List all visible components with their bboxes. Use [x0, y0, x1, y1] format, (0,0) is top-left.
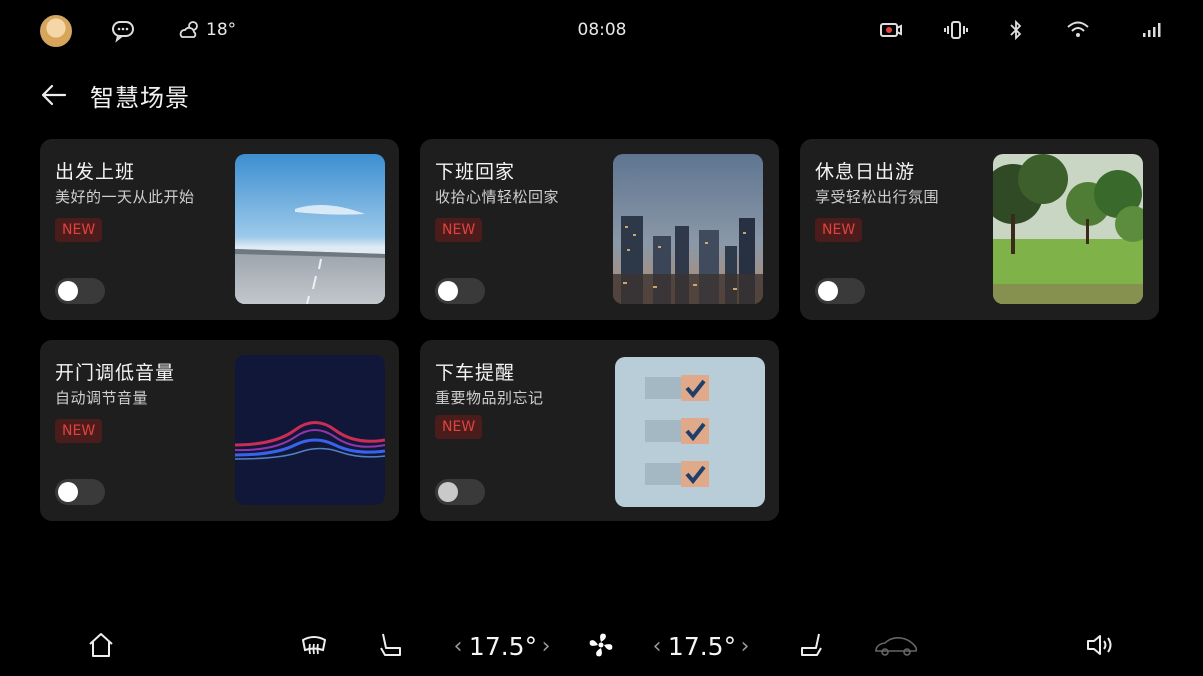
- car-icon[interactable]: [872, 631, 920, 661]
- weather-icon: [179, 21, 198, 38]
- page-title: 智慧场景: [90, 83, 190, 112]
- new-badge: NEW: [55, 218, 103, 242]
- scene-toggle[interactable]: [55, 278, 105, 304]
- scene-toggle[interactable]: [55, 479, 105, 505]
- home-icon[interactable]: [85, 629, 117, 661]
- bottom-control-bar: ‹ 17.5° › ‹ 17.5° ›: [0, 615, 1203, 676]
- card-title: 休息日出游: [815, 161, 916, 183]
- vibrate-icon[interactable]: [943, 17, 969, 43]
- bluetooth-icon[interactable]: [1003, 17, 1029, 43]
- seat-left-icon[interactable]: [375, 629, 407, 661]
- card-subtitle: 美好的一天从此开始: [55, 188, 195, 206]
- scene-toggle[interactable]: [815, 278, 865, 304]
- scene-toggle[interactable]: [435, 479, 485, 505]
- left-temp-decrease[interactable]: ‹: [448, 631, 468, 661]
- right-temp-decrease[interactable]: ‹: [647, 631, 667, 661]
- card-title: 开门调低音量: [55, 362, 176, 384]
- right-temp-increase[interactable]: ›: [735, 631, 755, 661]
- seat-right-icon[interactable]: [795, 629, 827, 661]
- card-title: 下班回家: [435, 161, 516, 183]
- toggle-knob: [58, 281, 78, 301]
- chat-icon[interactable]: [110, 17, 136, 43]
- card-image-highway: [235, 154, 385, 304]
- page-header: 智慧场景: [40, 78, 190, 112]
- scene-card-weekend-trip[interactable]: 休息日出游 享受轻松出行氛围 NEW: [800, 139, 1159, 320]
- toggle-knob: [58, 482, 78, 502]
- card-image-city-skyline: [613, 154, 763, 304]
- left-temp-increase[interactable]: ›: [536, 631, 556, 661]
- new-badge: NEW: [815, 218, 863, 242]
- card-image-park: [993, 154, 1143, 304]
- scene-card-home[interactable]: 下班回家 收拾心情轻松回家 NEW: [420, 139, 779, 320]
- rear-defrost-icon[interactable]: [298, 629, 330, 661]
- scene-card-commute[interactable]: 出发上班 美好的一天从此开始 NEW: [40, 139, 399, 320]
- right-temp-value: 17.5°: [667, 631, 737, 661]
- weather-widget[interactable]: 18°: [178, 18, 236, 42]
- card-subtitle: 享受轻松出行氛围: [815, 188, 940, 206]
- toggle-knob: [438, 281, 458, 301]
- scene-card-door-volume[interactable]: 开门调低音量 自动调节音量 NEW: [40, 340, 399, 521]
- toggle-knob: [438, 482, 458, 502]
- wifi-icon[interactable]: [1065, 17, 1091, 43]
- clock: 08:08: [577, 20, 627, 40]
- new-badge: NEW: [435, 218, 483, 242]
- card-subtitle: 重要物品别忘记: [435, 389, 544, 407]
- new-badge: NEW: [435, 415, 483, 439]
- card-image-sound-wave: [235, 355, 385, 505]
- screen-record-icon[interactable]: [878, 17, 904, 43]
- fan-icon[interactable]: [585, 629, 617, 661]
- scene-toggle[interactable]: [435, 278, 485, 304]
- volume-icon[interactable]: [1083, 629, 1119, 661]
- user-avatar[interactable]: [40, 15, 72, 47]
- new-badge: NEW: [55, 419, 103, 443]
- back-arrow-icon[interactable]: [40, 81, 68, 109]
- card-title: 下车提醒: [435, 362, 516, 384]
- card-image-checklist: [615, 357, 765, 507]
- status-bar: 18° 08:08: [0, 0, 1203, 60]
- weather-temp: 18°: [206, 20, 237, 40]
- signal-icon: [1140, 17, 1166, 43]
- card-subtitle: 收拾心情轻松回家: [435, 188, 560, 206]
- left-temp-value: 17.5°: [468, 631, 538, 661]
- card-subtitle: 自动调节音量: [55, 389, 149, 407]
- scene-card-exit-reminder[interactable]: 下车提醒 重要物品别忘记 NEW: [420, 340, 779, 521]
- card-title: 出发上班: [55, 161, 136, 183]
- toggle-knob: [818, 281, 838, 301]
